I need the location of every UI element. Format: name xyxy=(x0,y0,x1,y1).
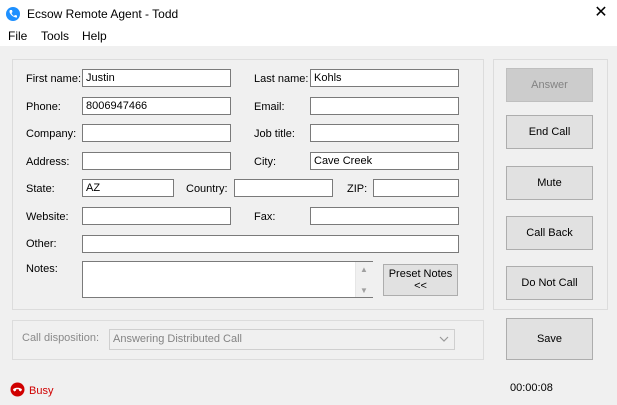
zip-field[interactable] xyxy=(373,179,459,197)
notes-textarea[interactable] xyxy=(82,261,373,298)
call-timer: 00:00:08 xyxy=(510,382,553,394)
call-back-button[interactable]: Call Back xyxy=(506,216,593,250)
first-name-label: First name: xyxy=(26,73,82,85)
menu-help[interactable]: Help xyxy=(82,29,107,43)
other-label: Other: xyxy=(26,238,57,250)
menu-tools[interactable]: Tools xyxy=(41,29,69,43)
do-not-call-button[interactable]: Do Not Call xyxy=(506,266,593,300)
scroll-up-icon[interactable]: ▲ xyxy=(356,265,372,274)
job-title-label: Job title: xyxy=(254,128,295,140)
fax-field[interactable] xyxy=(310,207,459,225)
job-title-field[interactable] xyxy=(310,124,459,142)
city-field[interactable]: Cave Creek xyxy=(310,152,459,170)
state-field[interactable]: AZ xyxy=(82,179,174,197)
save-button[interactable]: Save xyxy=(506,318,593,360)
preset-notes-label: Preset Notes xyxy=(388,268,453,280)
email-field[interactable] xyxy=(310,97,459,115)
chevron-down-icon xyxy=(438,333,450,345)
email-label: Email: xyxy=(254,101,285,113)
disposition-value: Answering Distributed Call xyxy=(113,333,242,345)
country-label: Country: xyxy=(186,183,228,195)
menu-file[interactable]: File xyxy=(8,29,27,43)
end-call-button[interactable]: End Call xyxy=(506,115,593,149)
preset-notes-arrow: << xyxy=(414,280,427,292)
country-field[interactable] xyxy=(234,179,333,197)
company-field[interactable] xyxy=(82,124,231,142)
state-label: State: xyxy=(26,183,55,195)
city-label: City: xyxy=(254,156,276,168)
company-label: Company: xyxy=(26,128,77,140)
phone-icon xyxy=(6,7,20,21)
scroll-down-icon[interactable]: ▼ xyxy=(356,286,372,295)
busy-phone-icon xyxy=(10,382,25,397)
disposition-select[interactable]: Answering Distributed Call xyxy=(109,329,455,350)
phone-label: Phone: xyxy=(26,101,61,113)
fax-label: Fax: xyxy=(254,211,276,223)
disposition-label: Call disposition: xyxy=(22,332,100,344)
address-label: Address: xyxy=(26,156,70,168)
phone-field[interactable]: 8006947466 xyxy=(82,97,231,115)
first-name-field[interactable]: Justin xyxy=(82,69,231,87)
notes-label: Notes: xyxy=(26,263,58,275)
website-label: Website: xyxy=(26,211,69,223)
window-title: Ecsow Remote Agent - Todd xyxy=(27,7,179,21)
other-field[interactable] xyxy=(82,235,459,253)
address-field[interactable] xyxy=(82,152,231,170)
last-name-field[interactable]: Kohls xyxy=(310,69,459,87)
zip-label: ZIP: xyxy=(347,183,368,195)
answer-button[interactable]: Answer xyxy=(506,68,593,102)
website-field[interactable] xyxy=(82,207,231,225)
preset-notes-button[interactable]: Preset Notes << xyxy=(383,264,458,296)
last-name-label: Last name: xyxy=(254,73,309,85)
mute-button[interactable]: Mute xyxy=(506,166,593,200)
status-text: Busy xyxy=(29,385,54,397)
close-icon[interactable]: ✕ xyxy=(592,3,610,23)
